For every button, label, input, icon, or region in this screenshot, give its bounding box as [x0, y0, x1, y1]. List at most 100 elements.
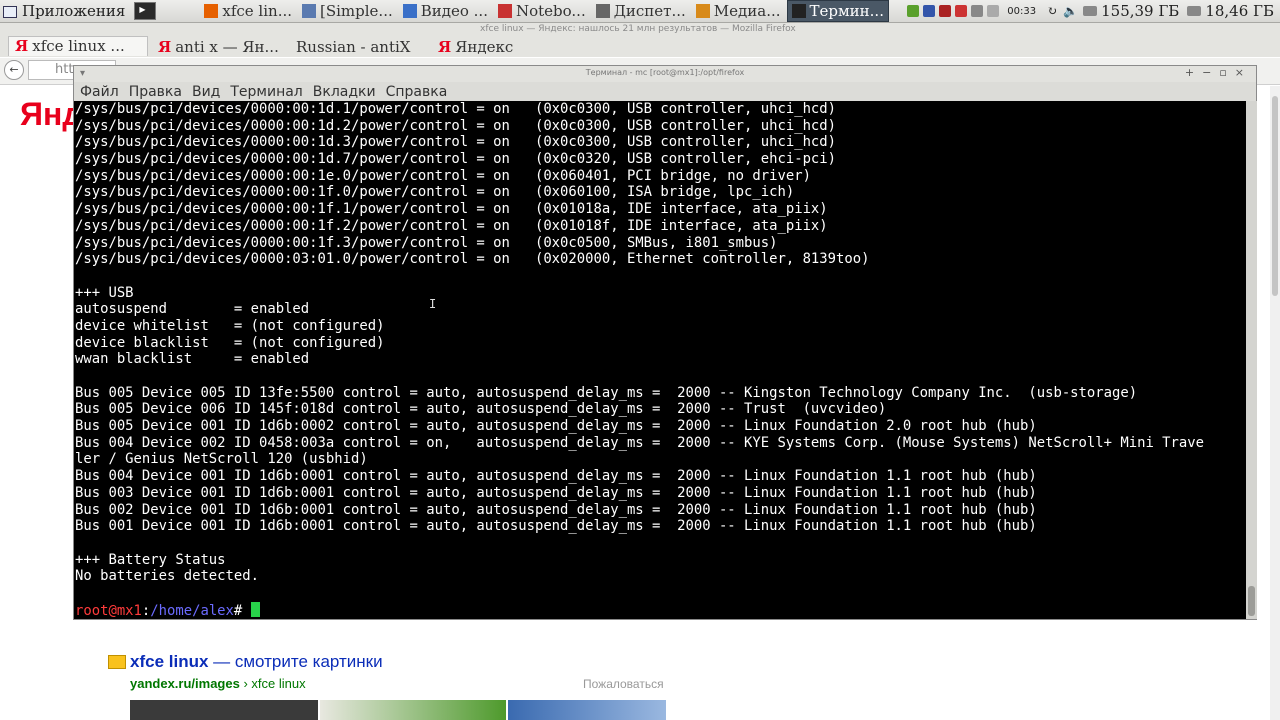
- minimize-icon[interactable]: −: [1202, 66, 1219, 79]
- yandex-favicon-icon: Я: [15, 37, 29, 55]
- task-list: xfce lin... [Simple... Видео ... Notebo... Д…: [199, 0, 890, 22]
- terminal-menu-item[interactable]: Вид: [192, 84, 220, 100]
- browser-tab-2[interactable]: Яanti x — Ян...: [158, 38, 279, 56]
- search-result-title[interactable]: xfce linux — смотрите картинки: [130, 652, 383, 672]
- images-result-icon: [108, 655, 126, 669]
- back-arrow-icon[interactable]: ←: [4, 60, 24, 80]
- network-icon[interactable]: [907, 5, 920, 17]
- taskbar-item[interactable]: Видео ...: [399, 1, 492, 21]
- maximize-icon[interactable]: +: [1185, 66, 1202, 79]
- taskbar-item[interactable]: Медиа...: [692, 1, 785, 21]
- applications-menu[interactable]: Приложения: [0, 2, 131, 20]
- terminal-scrollbar[interactable]: [1246, 101, 1257, 619]
- terminal-launcher-icon[interactable]: [134, 2, 157, 20]
- taskbar-app-icon: [204, 4, 219, 18]
- taskbar-item[interactable]: Notebo...: [494, 1, 590, 21]
- top-panel: Приложения xfce lin... [Simple... Видео ..…: [0, 0, 1280, 23]
- taskbar-app-icon: [302, 4, 316, 18]
- taskbar-item[interactable]: Диспет...: [592, 1, 690, 21]
- taskbar-item-label: Термин...: [809, 2, 884, 20]
- terminal-line: /sys/bus/pci/devices/0000:00:1f.0/power/…: [75, 184, 795, 201]
- browser-tab-label: anti x — Ян...: [175, 38, 279, 56]
- browser-tab-4[interactable]: Я Яндекс: [438, 38, 513, 56]
- result-thumbnail[interactable]: [130, 700, 318, 720]
- update-icon[interactable]: [955, 5, 968, 17]
- terminal-line: +++ Battery Status: [75, 551, 226, 568]
- terminal-cursor: [250, 601, 260, 617]
- complain-link[interactable]: Пожаловаться: [583, 677, 664, 691]
- panel-clock[interactable]: 00:33: [1007, 6, 1036, 17]
- terminal-line: autosuspend = enabled: [75, 301, 310, 318]
- close-icon[interactable]: ×: [1235, 66, 1252, 79]
- terminal-line: /sys/bus/pci/devices/0000:00:1d.3/power/…: [75, 134, 837, 151]
- terminal-menu-item[interactable]: Вкладки: [313, 84, 376, 100]
- url-text: htt: [55, 62, 74, 77]
- prompt-path: /home/alex: [150, 602, 234, 619]
- terminal-line: +++ USB: [75, 284, 134, 301]
- terminal-line: Bus 002 Device 001 ID 1d6b:0001 control …: [75, 501, 1037, 518]
- terminal-line: /sys/bus/pci/devices/0000:00:1e.0/power/…: [75, 167, 811, 184]
- restore-icon[interactable]: ▫: [1219, 66, 1234, 79]
- text-cursor-icon: I: [429, 297, 437, 311]
- yandex-favicon-icon: Я: [438, 38, 452, 56]
- terminal-title: Терминал - mc [root@mx1]:/opt/firefox: [585, 68, 745, 77]
- page-scrollbar-thumb[interactable]: [1272, 96, 1278, 296]
- drive-icon: [1187, 6, 1202, 16]
- taskbar-item[interactable]: [Simple...: [298, 1, 397, 21]
- yandex-favicon-icon: Я: [158, 38, 172, 56]
- terminal-line: /sys/bus/pci/devices/0000:00:1f.1/power/…: [75, 201, 828, 218]
- search-result-url[interactable]: yandex.ru/images › xfce linux: [130, 676, 306, 691]
- taskbar-item-label: Видео ...: [420, 2, 488, 20]
- terminal-titlebar[interactable]: ▾ Терминал - mc [root@mx1]:/opt/firefox …: [74, 66, 1256, 82]
- terminal-line: Bus 001 Device 001 ID 1d6b:0001 control …: [75, 518, 1037, 535]
- taskbar-item[interactable]: Термин...: [786, 0, 889, 22]
- taskbar-item-label: [Simple...: [320, 2, 393, 20]
- terminal-line: Bus 005 Device 001 ID 1d6b:0002 control …: [75, 418, 1037, 435]
- terminal-menu-item[interactable]: Терминал: [230, 84, 302, 100]
- terminal-line: /sys/bus/pci/devices/0000:00:1d.7/power/…: [75, 151, 837, 168]
- terminal-menu-item[interactable]: Файл: [80, 84, 119, 100]
- terminal-menu-item[interactable]: Правка: [129, 84, 182, 100]
- taskbar-item[interactable]: xfce lin...: [200, 1, 296, 21]
- taskbar-item-label: Диспет...: [613, 2, 686, 20]
- browser-window-title: xfce linux — Яндекс: нашлось 21 млн резу…: [480, 24, 796, 34]
- terminal-menubar: Файл Правка Вид Терминал Вкладки Справка: [74, 82, 1256, 101]
- result-thumbnail[interactable]: [508, 700, 666, 720]
- browser-tab-1[interactable]: Яxfce linux ...: [8, 36, 148, 56]
- settings-icon[interactable]: [971, 5, 984, 17]
- drive-icon: [1083, 6, 1098, 16]
- taskbar-item-label: Медиа...: [713, 2, 781, 20]
- prompt-char: #: [233, 602, 251, 619]
- terminal-screen[interactable]: /sys/bus/pci/devices/0000:00:1d.1/power/…: [74, 101, 1246, 619]
- result-url-path: › xfce linux: [239, 676, 306, 691]
- terminal-line: /sys/bus/pci/devices/0000:00:1d.2/power/…: [75, 117, 837, 134]
- terminal-line: ler / Genius NetScroll 120 (usbhid): [75, 451, 368, 468]
- prompt-user: root@mx1: [75, 602, 142, 619]
- terminal-line: device whitelist = (not configured): [75, 317, 385, 334]
- result-thumbnail[interactable]: [320, 700, 506, 720]
- record-icon[interactable]: [939, 5, 952, 17]
- taskbar-item-label: Notebo...: [515, 2, 586, 20]
- browser-tab-label: xfce linux ...: [32, 37, 125, 55]
- terminal-line: device blacklist = (not configured): [75, 334, 385, 351]
- volume-icon[interactable]: 🔈: [1063, 4, 1078, 18]
- refresh-icon[interactable]: ↻: [1047, 4, 1057, 18]
- taskbar-app-icon: [695, 4, 710, 18]
- applications-icon: [2, 3, 18, 19]
- terminal-prompt[interactable]: root@mx1:/home/alex#: [75, 601, 1204, 619]
- terminal-line: Bus 004 Device 002 ID 0458:003a control …: [75, 434, 1204, 451]
- flag-us-icon[interactable]: [923, 5, 936, 17]
- terminal-menu-item[interactable]: Справка: [386, 84, 448, 100]
- result-title-bold: xfce linux: [130, 652, 209, 671]
- system-tray: 00:33 ↻ 🔈 155,39 ГБ 18,46 ГБ: [905, 2, 1280, 20]
- clipboard-icon[interactable]: [987, 5, 1000, 17]
- terminal-scrollbar-thumb[interactable]: [1248, 586, 1255, 616]
- taskbar-app-icon: [497, 4, 512, 18]
- browser-tab-3[interactable]: Russian - antiX: [296, 38, 410, 56]
- terminal-output: /sys/bus/pci/devices/0000:00:1d.1/power/…: [75, 101, 1204, 619]
- terminal-line: wwan blacklist = enabled: [75, 351, 310, 368]
- disk-usage-home: 18,46 ГБ: [1205, 2, 1274, 20]
